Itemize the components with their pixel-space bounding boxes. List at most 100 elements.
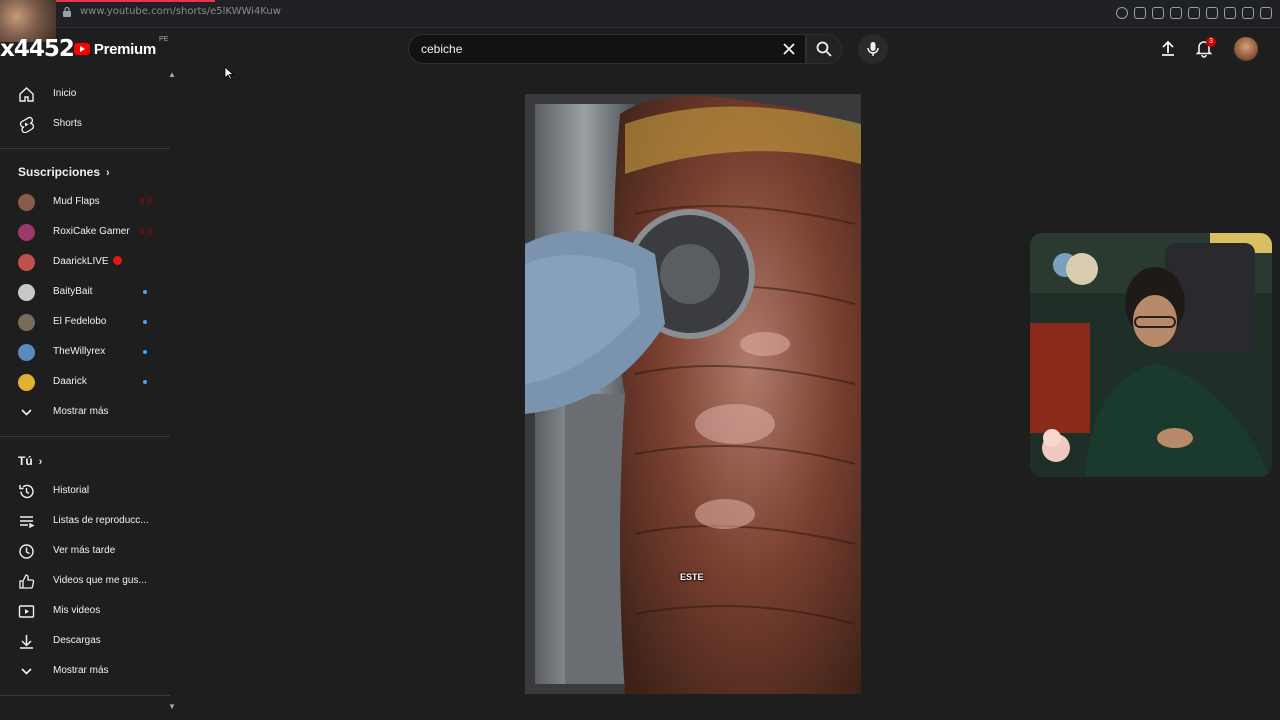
sidebar-item-label: Listas de reproducc... (53, 515, 149, 526)
bookmark-icon[interactable] (1134, 7, 1146, 19)
address-bar[interactable]: www.youtube.com/shorts/e5lKWWi4Kuw (62, 6, 281, 17)
avatar (18, 374, 35, 391)
new-content-dot (143, 320, 147, 324)
scroll-down-icon[interactable]: ▼ (168, 702, 176, 711)
sidebar-item-label: Ver más tarde (53, 545, 116, 556)
sidebar-item-watch-later[interactable]: Ver más tarde (0, 537, 170, 565)
extension-icon[interactable] (1224, 7, 1236, 19)
sidebar-item-subscription[interactable]: BaityBait (0, 278, 170, 306)
video-caption: ESTE (680, 572, 704, 582)
clock-icon (19, 544, 34, 559)
you-title: Tú (18, 454, 33, 468)
live-badge: ((·)) (140, 198, 152, 205)
shorts-icon (19, 116, 35, 133)
zoom-icon[interactable] (1116, 7, 1128, 19)
sidebar-item-label: Daarick (53, 376, 87, 387)
play-icon[interactable] (1188, 7, 1200, 19)
avatar (18, 194, 35, 211)
sidebar-item-label: TheWillyrex (53, 346, 106, 357)
sidebar-item-label: Historial (53, 485, 90, 496)
avatar (18, 254, 35, 271)
video-frame (525, 94, 861, 694)
sidebar-item-liked-videos[interactable]: Videos que me gus... (0, 567, 170, 595)
sidebar-item-subscription[interactable]: Mud Flaps ((·)) (0, 188, 170, 216)
avatar (18, 224, 35, 241)
logo-prefix: x4452 (0, 36, 75, 62)
voice-search-button[interactable] (858, 34, 888, 64)
sidebar: ▲ Inicio Shorts Suscripciones › Mud Flaps… (0, 70, 176, 720)
sidebar-item-label: Descargas (53, 635, 101, 646)
menu-icon[interactable] (1260, 7, 1272, 19)
subscriptions-title: Suscripciones (18, 165, 101, 179)
avatar (18, 314, 35, 331)
clear-icon[interactable] (781, 41, 797, 57)
video-icon (18, 605, 35, 618)
notification-badge: 3 (1206, 37, 1216, 47)
playlist-icon (20, 516, 35, 529)
search-input[interactable]: cebiche (408, 34, 806, 64)
sidebar-item-label: Inicio (53, 88, 77, 99)
shield-icon[interactable] (1170, 7, 1182, 19)
webcam-overlay (1030, 233, 1272, 477)
divider (0, 148, 170, 149)
sidebar-item-shorts[interactable]: Shorts (0, 110, 170, 138)
download-icon (20, 635, 33, 649)
download-icon[interactable] (1242, 7, 1254, 19)
sidebar-item-playlists[interactable]: Listas de reproducc... (0, 507, 170, 535)
sidebar-item-subscription[interactable]: TheWillyrex (0, 338, 170, 366)
sidebar-item-history[interactable]: Historial (0, 477, 170, 505)
sidebar-item-label: RoxiCake Gamer (53, 226, 130, 237)
search-button[interactable] (806, 34, 842, 64)
mouse-cursor-icon (224, 66, 234, 80)
sidebar-item-downloads[interactable]: Descargas (0, 627, 170, 655)
divider (0, 436, 170, 437)
heart-icon[interactable] (1206, 7, 1218, 19)
sidebar-item-subscription[interactable]: Daarick (0, 368, 170, 396)
sidebar-item-label: Videos que me gus... (53, 575, 147, 586)
sidebar-item-show-more[interactable]: Mostrar más (0, 398, 170, 426)
sidebar-item-label: Mud Flaps (53, 196, 100, 207)
sidebar-item-label: Mostrar más (53, 406, 109, 417)
youtube-play-icon (73, 43, 90, 55)
region-code: PE (158, 35, 169, 43)
sidebar-item-label: Mostrar más (53, 665, 109, 676)
chevron-down-icon (21, 409, 32, 416)
webcam-feed (1030, 233, 1272, 477)
url-text[interactable]: www.youtube.com/shorts/e5lKWWi4Kuw (80, 6, 281, 17)
screenshot-icon[interactable] (1152, 7, 1164, 19)
premium-label: Premium (93, 40, 156, 58)
browser-extensions (1116, 7, 1272, 19)
sidebar-item-your-videos[interactable]: Mis videos (0, 597, 170, 625)
sidebar-item-subscription[interactable]: RoxiCake Gamer ((·)) (0, 218, 170, 246)
channel-name: DaarickLIVE (53, 256, 109, 267)
youtube-logo[interactable]: x4452 Premium PE (0, 35, 169, 63)
shorts-video-player[interactable] (525, 94, 861, 694)
subscriptions-heading[interactable]: Suscripciones › (18, 165, 110, 179)
sidebar-item-subscription[interactable]: El Fedelobo (0, 308, 170, 336)
chevron-down-icon (21, 668, 32, 675)
you-heading[interactable]: Tú › (18, 454, 42, 468)
search-value[interactable]: cebiche (421, 42, 462, 56)
sidebar-item-label: BaityBait (53, 286, 93, 297)
upload-icon[interactable] (1158, 38, 1178, 58)
live-badge: ((·)) (140, 228, 152, 235)
sidebar-item-home[interactable]: Inicio (0, 80, 170, 108)
divider (0, 695, 170, 696)
live-dot-icon (112, 256, 122, 265)
thumbs-up-icon (19, 574, 35, 589)
chevron-right-icon: › (38, 456, 43, 468)
new-content-dot (143, 380, 147, 384)
sidebar-item-label: DaarickLIVE (53, 256, 122, 267)
scroll-up-icon[interactable]: ▲ (168, 70, 176, 79)
avatar (18, 344, 35, 361)
sidebar-item-subscription[interactable]: DaarickLIVE (0, 248, 170, 276)
browser-bar: www.youtube.com/shorts/e5lKWWi4Kuw (0, 0, 1280, 28)
top-header: x4452 Premium PE cebiche 3 (0, 0, 1280, 70)
avatar[interactable] (1234, 37, 1258, 61)
new-content-dot (143, 350, 147, 354)
sidebar-item-label: Mis videos (53, 605, 101, 616)
home-icon (19, 87, 34, 102)
mic-icon (867, 42, 879, 56)
sidebar-item-show-more[interactable]: Mostrar más (0, 657, 170, 685)
sidebar-item-label: Shorts (53, 118, 82, 129)
